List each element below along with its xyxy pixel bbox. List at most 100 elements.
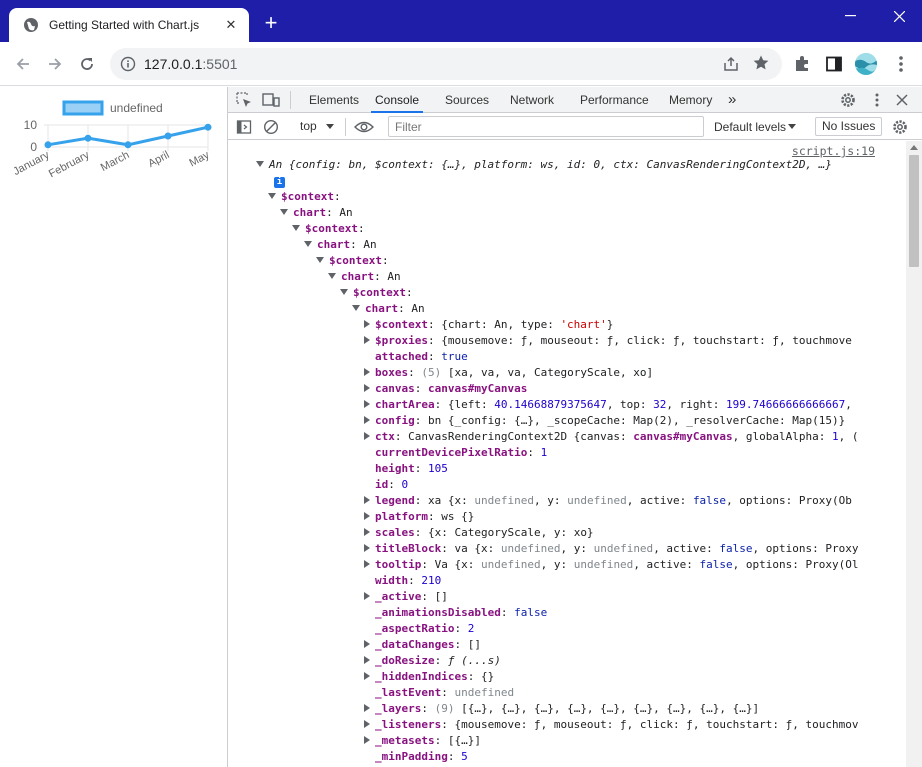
close-devtools-button[interactable] [894,92,910,108]
console-line[interactable]: $context: [268,189,341,205]
log-levels-select[interactable]: Default levels [714,120,786,134]
expanded-triangle-icon[interactable] [304,241,312,247]
console-line[interactable]: config: bn {_config: {…}, _scopeCache: M… [364,413,845,429]
console-line[interactable]: _active: [] [364,589,448,605]
console-line[interactable]: chart: An [328,269,401,285]
tab-console[interactable]: Console [371,87,424,113]
console-line[interactable]: _dataChanges: [] [364,637,481,653]
collapsed-triangle-icon[interactable] [364,416,370,424]
collapsed-triangle-icon[interactable] [364,736,370,744]
console-line[interactable]: $context: {chart: An, type: 'chart'} [364,317,613,333]
collapsed-triangle-icon[interactable] [364,512,370,520]
clear-console-button[interactable] [263,119,279,135]
collapsed-triangle-icon[interactable] [364,672,370,680]
console-line[interactable]: chart: An [352,301,425,317]
issues-button[interactable]: No Issues [815,117,883,136]
browser-tab[interactable]: Getting Started with Chart.js ✕ [9,8,249,42]
console-line[interactable]: tooltip: Va {x: undefined, y: undefined,… [364,557,859,573]
more-vert-icon[interactable] [893,55,909,73]
console-line[interactable]: titleBlock: va {x: undefined, y: undefin… [364,541,859,557]
collapsed-triangle-icon[interactable] [364,544,370,552]
console-output[interactable]: script.js:19 An {config: bn, $context: {… [228,141,906,767]
collapsed-triangle-icon[interactable] [364,320,370,328]
collapsed-triangle-icon[interactable] [364,368,370,376]
collapsed-triangle-icon[interactable] [364,384,370,392]
console-line[interactable]: chartArea: {left: 40.14668879375647, top… [364,397,852,413]
forward-button[interactable] [43,52,67,76]
console-line[interactable]: chart: An [304,237,377,253]
expanded-triangle-icon[interactable] [316,257,324,263]
collapsed-triangle-icon[interactable] [364,704,370,712]
sidebar-icon [236,120,252,134]
data-point [44,141,52,149]
tab-network[interactable]: Network [510,87,554,113]
console-line[interactable]: _doResize: ƒ (...s) [364,653,501,669]
info-badge-icon[interactable]: i [274,177,285,188]
devtools-menu-button[interactable] [869,92,885,108]
back-button[interactable] [11,52,35,76]
share-icon[interactable] [722,55,740,73]
collapsed-triangle-icon[interactable] [364,496,370,504]
console-line[interactable]: legend: xa {x: undefined, y: undefined, … [364,493,852,509]
extensions-button[interactable] [792,54,812,74]
collapsed-triangle-icon[interactable] [364,656,370,664]
console-line[interactable]: $context: [292,221,365,237]
console-line[interactable]: _metasets: [{…}] [364,733,481,749]
expanded-triangle-icon[interactable] [292,225,300,231]
maximize-button[interactable] [830,0,875,32]
console-line[interactable]: scales: {x: CategoryScale, y: xo} [364,525,594,541]
expanded-triangle-icon[interactable] [340,289,348,295]
tab-performance[interactable]: Performance [580,87,649,113]
tab-elements[interactable]: Elements [309,87,359,113]
console-line[interactable]: $context: [316,253,389,269]
side-panel-button[interactable] [824,54,844,74]
expanded-triangle-icon[interactable] [280,209,288,215]
sidebar-toggle-button[interactable] [236,119,252,135]
collapsed-triangle-icon[interactable] [364,592,370,600]
expanded-triangle-icon[interactable] [352,305,360,311]
settings-button[interactable] [840,92,856,108]
tab-memory[interactable]: Memory [669,87,712,113]
console-line[interactable]: $context: [340,285,413,301]
console-filter-input[interactable] [388,116,704,137]
expanded-triangle-icon[interactable] [328,273,336,279]
collapsed-triangle-icon[interactable] [364,528,370,536]
inspect-element-button[interactable] [236,92,252,108]
context-select[interactable]: top [300,119,317,133]
console-line[interactable]: canvas: canvas#myCanvas [364,381,527,397]
console-line[interactable]: ctx: CanvasRenderingContext2D {canvas: c… [364,429,858,445]
address-bar[interactable]: 127.0.0.1:5501 [110,48,782,80]
new-tab-button[interactable]: + [261,12,281,34]
star-icon[interactable] [752,54,770,72]
source-link[interactable]: script.js:19 [792,144,875,158]
tab-close-icon[interactable]: ✕ [223,17,239,33]
close-window-button[interactable] [877,0,922,32]
collapsed-triangle-icon[interactable] [364,640,370,648]
live-expression-button[interactable] [354,119,374,135]
console-scrollbar[interactable] [906,141,922,767]
device-toolbar-button[interactable] [262,92,280,108]
info-icon[interactable] [120,56,136,72]
more-tabs-button[interactable]: » [728,87,736,113]
expanded-triangle-icon[interactable] [256,161,264,167]
collapsed-triangle-icon[interactable] [364,432,370,440]
console-settings-button[interactable] [892,119,908,135]
console-line[interactable]: An {config: bn, $context: {…}, platform:… [256,157,832,173]
scroll-up-icon[interactable] [910,145,918,150]
console-line[interactable]: _listeners: {mousemove: ƒ, mouseout: ƒ, … [364,717,858,733]
collapsed-triangle-icon[interactable] [364,720,370,728]
console-line[interactable]: _layers: (9) [{…}, {…}, {…}, {…}, {…}, {… [364,701,759,717]
collapsed-triangle-icon[interactable] [364,400,370,408]
reload-button[interactable] [75,52,99,76]
console-line[interactable]: _hiddenIndices: {} [364,669,494,685]
console-line[interactable]: $proxies: {mousemove: ƒ, mouseout: ƒ, cl… [364,333,852,349]
console-line[interactable]: platform: ws {} [364,509,474,525]
expanded-triangle-icon[interactable] [268,193,276,199]
collapsed-triangle-icon[interactable] [364,560,370,568]
scroll-thumb[interactable] [909,155,919,267]
profile-avatar[interactable] [855,53,877,75]
console-line[interactable]: boxes: (5) [xa, va, va, CategoryScale, x… [364,365,653,381]
console-line[interactable]: chart: An [280,205,353,221]
tab-sources[interactable]: Sources [445,87,489,113]
collapsed-triangle-icon[interactable] [364,336,370,344]
